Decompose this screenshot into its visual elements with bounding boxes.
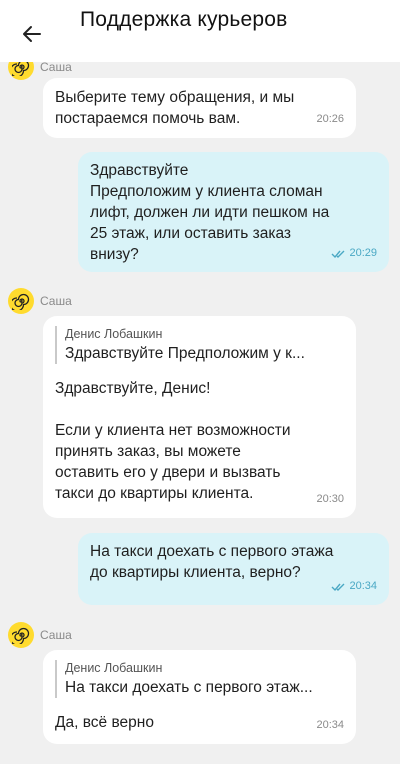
quote-author: Денис Лобашкин xyxy=(65,661,163,675)
chat-area: Саша Выберите тему обращения, и мы поста… xyxy=(0,0,400,764)
quote-text: Здравствуйте Предположим у к... xyxy=(65,345,305,362)
message-time: 20:29 xyxy=(331,243,377,264)
message-sender: Саша xyxy=(8,622,72,648)
double-check-icon xyxy=(331,250,345,258)
arrow-left-icon xyxy=(23,26,41,42)
message-bubble-incoming[interactable]: Выберите тему обращения, и мы постараемс… xyxy=(43,78,356,138)
sender-name: Саша xyxy=(40,628,72,642)
chat-header: Поддержка курьеров xyxy=(0,0,400,62)
message-sender: Саша xyxy=(8,288,72,314)
back-button[interactable] xyxy=(18,20,46,48)
spiral-icon xyxy=(12,627,30,644)
reply-quote[interactable]: Денис Лобашкин На такси доехать с первог… xyxy=(55,660,344,698)
message-time: 20:34 xyxy=(331,576,377,597)
quote-text: На такси доехать с первого этаж... xyxy=(65,679,313,696)
spiral-icon xyxy=(12,293,30,310)
double-check-icon xyxy=(331,583,345,591)
sender-name: Саша xyxy=(40,60,72,74)
message-time: 20:26 xyxy=(316,113,344,125)
message-bubble-incoming[interactable]: Денис Лобашкин На такси доехать с первог… xyxy=(43,650,356,744)
message-bubble-outgoing[interactable]: На такси доехать с первого этажа до квар… xyxy=(78,533,389,605)
page-title: Поддержка курьеров xyxy=(80,8,288,31)
quote-author: Денис Лобашкин xyxy=(65,327,163,341)
message-time: 20:30 xyxy=(316,493,344,505)
avatar[interactable] xyxy=(8,622,34,648)
message-bubble-outgoing[interactable]: Здравствуйте Предположим у клиента слома… xyxy=(78,152,389,272)
message-text: Выберите тему обращения, и мы постараемс… xyxy=(55,89,295,127)
message-time: 20:34 xyxy=(316,719,344,731)
avatar[interactable] xyxy=(8,288,34,314)
message-text: Здравствуйте, Денис! Если у клиента нет … xyxy=(55,380,291,502)
message-text: Да, всё верно xyxy=(55,714,154,731)
message-bubble-incoming[interactable]: Денис Лобашкин Здравствуйте Предположим … xyxy=(43,316,356,518)
sender-name: Саша xyxy=(40,294,72,308)
reply-quote[interactable]: Денис Лобашкин Здравствуйте Предположим … xyxy=(55,326,344,364)
